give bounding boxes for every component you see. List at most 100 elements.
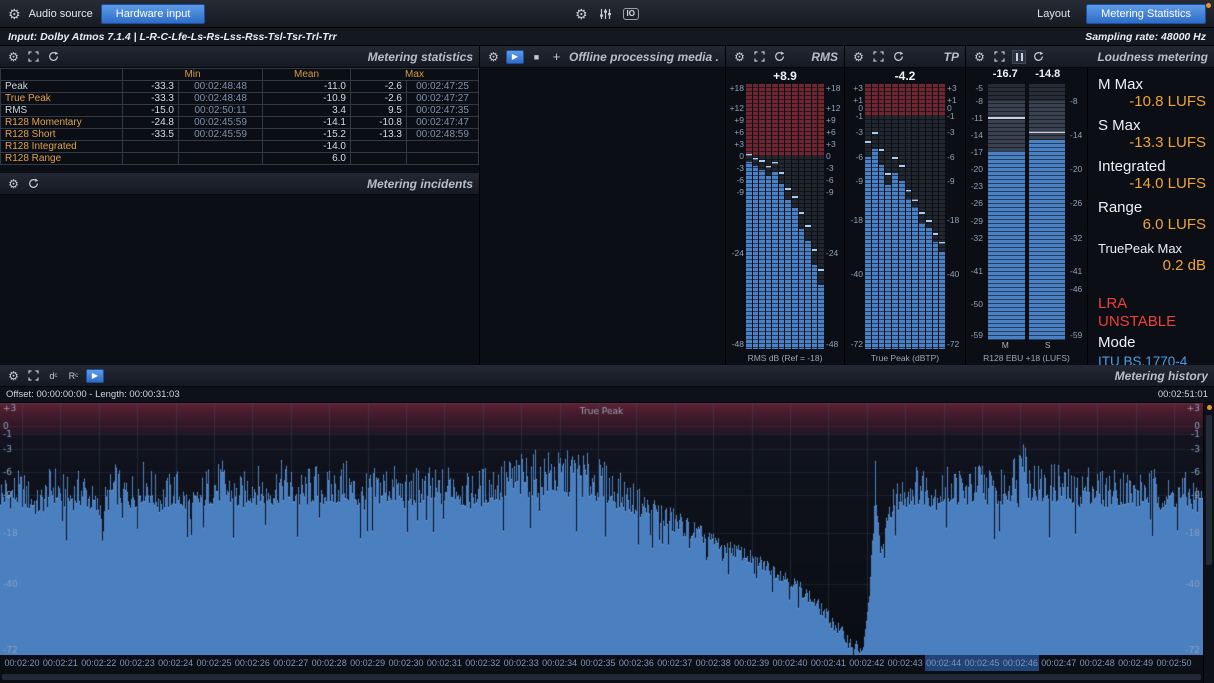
readout-label: M Max [1098,76,1206,93]
scale-left: -5-8-11-14-17-20-23-26-29-32-41-50-59 [967,84,985,340]
scale-label: -8 [1070,97,1078,106]
stats-cell: 00:02:47:35 [407,105,479,117]
meter-channel [919,84,925,349]
dc-toggle-icon[interactable]: dᶜ [46,368,61,383]
mixer-icon[interactable] [598,6,613,21]
rc-toggle-icon[interactable]: Rᶜ [66,368,81,383]
time-axis[interactable]: 00:02:2000:02:2100:02:2200:02:2300:02:24… [0,655,1203,671]
stats-cell: -33.5 [123,129,179,141]
scale-label: +3 [826,140,836,149]
history-graph[interactable] [0,403,1203,655]
scale-label: -48 [826,340,838,349]
scale-label: -46 [1070,285,1082,294]
position-text: 00:02:51:01 [1158,389,1208,400]
layout-button[interactable]: Layout [1037,8,1070,20]
panel-title: Metering statistics [368,50,473,64]
gear-icon[interactable]: ⚙ [972,49,987,64]
follow-play-button[interactable]: ▶ [86,369,104,383]
gear-icon[interactable]: ⚙ [486,49,501,64]
gear-icon[interactable]: ⚙ [575,7,588,21]
scale-label: -14 [971,131,983,140]
scale-label: -3 [947,128,955,137]
readout-label: Range [1098,199,1206,216]
scale-label: -9 [855,177,863,186]
stats-cell: RMS [1,105,123,117]
stats-cell: 6.0 [263,153,351,165]
scale-label: +6 [734,128,744,137]
meter-channel [872,84,878,349]
segment-stripes [753,84,759,349]
expand-icon[interactable] [992,49,1007,64]
bar-label: M [984,340,1027,351]
scale-label: -20 [971,165,983,174]
segment-stripes [785,84,791,349]
horizontal-scrollbar[interactable] [0,671,1203,683]
incidents-body [0,195,479,365]
readout-label: TruePeak Max [1098,240,1206,257]
stop-icon[interactable]: ■ [529,49,544,64]
metering-statistics-button[interactable]: Metering Statistics [1086,4,1206,24]
pause-icon [1016,53,1023,61]
stats-cell: 00:02:47:47 [407,117,479,129]
loudness-bar-labels: MS [966,340,1087,351]
top-toolbar: ⚙ Audio source Hardware input ⚙ IO Layou… [0,0,1214,28]
gear-icon[interactable]: ⚙ [6,176,21,191]
add-media-icon[interactable]: + [549,49,564,64]
pause-button[interactable] [1012,50,1026,64]
expand-icon[interactable] [752,49,767,64]
meter-bars [746,84,824,349]
stats-cell: -13.3 [351,129,407,141]
refresh-icon[interactable] [891,49,906,64]
gear-icon[interactable]: ⚙ [6,368,21,383]
io-icon[interactable]: IO [623,8,639,20]
refresh-icon[interactable] [46,49,61,64]
gear-icon[interactable]: ⚙ [732,49,747,64]
short-readout: -14.8 [1027,68,1070,84]
meter-bars [865,84,945,349]
scale-label: -6 [947,153,955,162]
expand-icon[interactable] [26,49,41,64]
scale-label: -41 [971,267,983,276]
scrollbar-handle[interactable] [1206,415,1212,565]
time-label: 00:02:21 [43,658,78,668]
segment-stripes [805,84,811,349]
scale-label: -9 [736,188,744,197]
expand-icon[interactable] [871,49,886,64]
loudness-bars [985,84,1068,340]
scale-label: 0 [826,152,831,161]
play-button[interactable]: ▶ [506,50,524,64]
scale-label: +18 [826,84,840,93]
stats-cell: R128 Momentary [1,117,123,129]
scale-left: +3+10-1-3-6-9-18-40-72 [847,84,865,349]
expand-icon[interactable] [26,368,41,383]
time-label: 00:02:45 [964,658,999,668]
lra-warning: LRA UNSTABLE [1098,295,1206,331]
loudness-readouts: M Max-10.8 LUFSS Max-13.3 LUFSIntegrated… [1088,68,1214,365]
gear-icon[interactable]: ⚙ [6,49,21,64]
stats-cell [179,141,263,153]
stats-row: RMS-15.000:02:50:113.49.500:02:47:35 [1,105,479,117]
hardware-input-button[interactable]: Hardware input [101,4,206,24]
refresh-icon[interactable] [26,176,41,191]
loudness-unit-label: R128 EBU +18 (LUFS) [966,351,1087,365]
stats-cell: -14.0 [263,141,351,153]
gear-icon[interactable]: ⚙ [851,49,866,64]
vertical-scrollbar[interactable] [1203,403,1214,683]
time-label: 00:02:39 [734,658,769,668]
time-label: 00:02:27 [273,658,308,668]
refresh-icon[interactable] [772,49,787,64]
panel-title: Metering incidents [367,177,473,191]
tp-header: ⚙ TP [845,46,965,68]
gear-icon[interactable]: ⚙ [8,7,21,21]
meter-channel [799,84,805,349]
loudness-channel [1029,84,1066,340]
meter-channel [766,84,772,349]
mode-label: Mode [1098,334,1206,352]
time-label: 00:02:50 [1156,658,1191,668]
scale-label: +9 [734,116,744,125]
col-mean: Mean [263,69,351,81]
segment-stripes [1029,84,1066,340]
refresh-icon[interactable] [1031,49,1046,64]
offline-header: ⚙ ▶ ■ + Offline processing media ... [480,46,725,68]
stats-cell: -33.3 [123,81,179,93]
